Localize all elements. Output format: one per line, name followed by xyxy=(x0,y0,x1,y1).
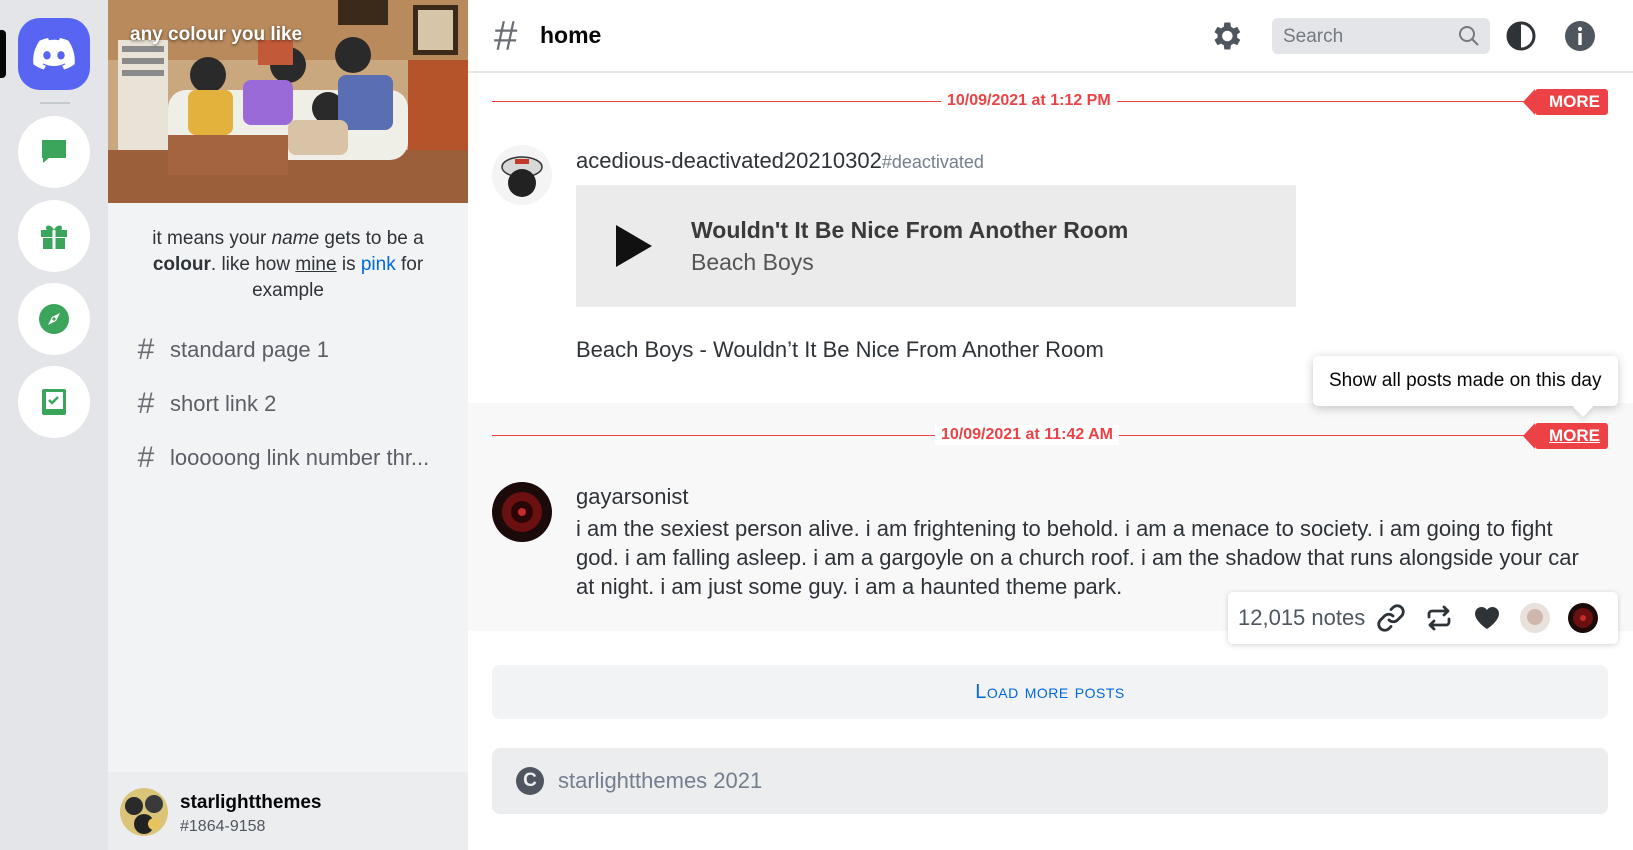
desc-part3: . like how xyxy=(210,254,296,275)
date-divider: 10/09/2021 at 11:42 AM MORE xyxy=(492,423,1608,449)
hash-icon: # xyxy=(137,441,155,474)
footer: C starlightthemes 2021 xyxy=(492,748,1608,814)
rail-separator xyxy=(40,102,70,104)
messages-button[interactable] xyxy=(18,116,90,188)
discord-logo-icon xyxy=(33,38,75,70)
channel-sidebar: any colour you like it means your name g… xyxy=(108,0,468,850)
avatar[interactable] xyxy=(1520,603,1550,633)
header-bar: # home Search xyxy=(468,0,1633,73)
username-text: acedious-deactivated20210302 xyxy=(576,148,882,173)
banner-title: any colour you like xyxy=(130,24,303,45)
user-panel: starlightthemes #1864-9158 xyxy=(108,772,468,850)
more-button[interactable]: MORE xyxy=(1523,423,1608,449)
page-title: home xyxy=(540,22,602,48)
server-banner: any colour you like xyxy=(108,0,468,203)
desc-name-word: name xyxy=(271,228,320,249)
server-rail xyxy=(0,0,108,850)
post-username[interactable]: acedious-deactivated20210302#deactivated xyxy=(576,148,984,174)
load-more-button[interactable]: Load more posts xyxy=(492,665,1608,719)
gift-icon xyxy=(41,225,67,249)
main-content: # home Search 10/09/2021 at 1:12 PM MORE xyxy=(468,0,1633,850)
desc-part2: gets to be a xyxy=(319,228,424,249)
audio-player: Wouldn't It Be Nice From Another Room Be… xyxy=(576,185,1296,307)
hash-icon: # xyxy=(137,387,155,420)
more-button[interactable]: MORE xyxy=(1523,89,1608,115)
channel-label: standard page 1 xyxy=(170,337,330,362)
song-title: Wouldn't It Be Nice From Another Room xyxy=(691,217,1129,243)
explore-button[interactable] xyxy=(18,283,90,355)
post-date: 10/09/2021 at 1:12 PM xyxy=(941,91,1117,111)
gifts-button[interactable] xyxy=(18,200,90,272)
desc-colour-word: colour xyxy=(152,254,211,275)
channel-item[interactable]: # short link 2 xyxy=(134,386,444,422)
play-icon[interactable] xyxy=(616,225,652,267)
avatar[interactable] xyxy=(492,145,552,205)
discord-home-button[interactable] xyxy=(18,18,90,90)
username: starlightthemes xyxy=(180,792,322,813)
channel-label: looooong link number thr... xyxy=(170,445,430,470)
date-divider: 10/09/2021 at 1:12 PM MORE xyxy=(492,89,1608,115)
search-icon[interactable] xyxy=(1458,25,1480,47)
avatar[interactable] xyxy=(120,788,168,836)
post-caption: Beach Boys - Wouldn’t It Be Nice From An… xyxy=(576,337,1104,362)
hash-icon: # xyxy=(494,12,518,59)
post-text: i am the sexiest person alive. i am frig… xyxy=(576,516,1579,599)
desc-mine-link[interactable]: mine xyxy=(295,254,336,275)
avatar[interactable] xyxy=(1568,603,1598,633)
tooltip: Show all posts made on this day xyxy=(1313,356,1618,406)
info-icon[interactable] xyxy=(1563,19,1597,53)
user-tag: #1864-9158 xyxy=(180,818,266,835)
selected-indicator xyxy=(0,30,6,78)
checklist-book-icon xyxy=(42,389,66,415)
user-tag: #deactivated xyxy=(881,152,984,172)
channel-item[interactable]: # looooong link number thr... xyxy=(134,440,444,476)
post-actions: 12,015 notes xyxy=(1228,592,1618,644)
heart-icon[interactable] xyxy=(1472,603,1502,633)
chat-bubble-icon xyxy=(42,140,66,163)
footer-text: starlightthemes 2021 xyxy=(558,768,763,793)
tasks-button[interactable] xyxy=(18,366,90,438)
post-username[interactable]: gayarsonist xyxy=(576,484,689,510)
desc-part4: is xyxy=(336,254,361,275)
desc-pink-word: pink xyxy=(360,254,396,275)
channel-label: short link 2 xyxy=(170,391,277,416)
compass-icon xyxy=(39,304,69,334)
notes-count[interactable]: 12,015 notes xyxy=(1238,605,1365,631)
desc-part1: it means your xyxy=(152,228,272,249)
avatar[interactable] xyxy=(492,482,552,542)
song-artist: Beach Boys xyxy=(691,249,814,275)
hash-icon: # xyxy=(137,333,155,366)
link-icon[interactable] xyxy=(1376,603,1406,633)
search-placeholder: Search xyxy=(1283,26,1344,47)
post-date: 10/09/2021 at 11:42 AM xyxy=(935,425,1119,445)
reblog-icon[interactable] xyxy=(1424,603,1454,633)
copyright-icon: C xyxy=(516,767,544,795)
contrast-icon[interactable] xyxy=(1504,19,1538,53)
channel-item[interactable]: # standard page 1 xyxy=(134,332,444,368)
search-input[interactable]: Search xyxy=(1272,18,1490,54)
gear-icon[interactable] xyxy=(1208,18,1244,54)
server-description: it means your name gets to be a colour. … xyxy=(126,226,450,304)
